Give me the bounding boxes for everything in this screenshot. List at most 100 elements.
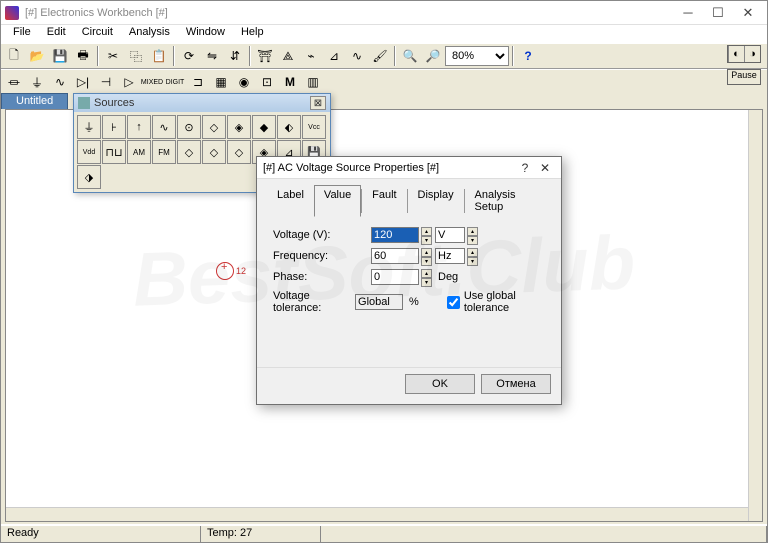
- misc-icon[interactable]: ⊡: [256, 71, 278, 93]
- window-title: [#] Electronics Workbench [#]: [25, 7, 673, 19]
- pause-button[interactable]: Pause: [727, 69, 761, 85]
- poly1-icon[interactable]: ◇: [177, 140, 201, 164]
- ground-source-icon[interactable]: ⏚: [77, 115, 101, 139]
- graph3-icon[interactable]: ⌁: [300, 45, 322, 67]
- vccs-icon[interactable]: ◇: [202, 115, 226, 139]
- vcvs-icon[interactable]: ◈: [227, 115, 251, 139]
- fm-source-icon[interactable]: FM: [152, 140, 176, 164]
- graph4-icon[interactable]: ⊿: [323, 45, 345, 67]
- resistor-icon[interactable]: ∿: [49, 71, 71, 93]
- clock-icon[interactable]: ⊓⊔: [102, 140, 126, 164]
- tolerance-input[interactable]: [355, 294, 403, 310]
- voltage-unit-spinner[interactable]: ▴▾: [467, 227, 478, 243]
- properties-icon[interactable]: 🖌: [369, 45, 391, 67]
- am-source-icon[interactable]: AM: [127, 140, 151, 164]
- flip-h-icon[interactable]: ⇋: [201, 45, 223, 67]
- zoom-out-icon[interactable]: 🔎: [422, 45, 444, 67]
- menu-analysis[interactable]: Analysis: [121, 25, 178, 43]
- frequency-spinner[interactable]: ▴▾: [421, 248, 432, 264]
- vcc-icon[interactable]: Vcc: [302, 115, 326, 139]
- vdd-icon[interactable]: Vdd: [77, 140, 101, 164]
- menu-window[interactable]: Window: [178, 25, 233, 43]
- poly2-icon[interactable]: ◇: [202, 140, 226, 164]
- tab-display[interactable]: Display: [408, 185, 464, 217]
- sources-icon[interactable]: ⏛: [3, 71, 25, 93]
- ground-icon[interactable]: ⏚: [26, 71, 48, 93]
- palette-close-icon[interactable]: ⊠: [310, 96, 326, 110]
- instrument-m-icon[interactable]: M: [279, 71, 301, 93]
- voltage-input[interactable]: [371, 227, 419, 243]
- tab-fault[interactable]: Fault: [362, 185, 406, 217]
- dialog-titlebar[interactable]: [#] AC Voltage Source Properties [#] ? ✕: [257, 157, 561, 179]
- opamp-icon[interactable]: ▷: [118, 71, 140, 93]
- document-tab[interactable]: Untitled: [1, 93, 68, 109]
- vertical-scrollbar[interactable]: [748, 110, 762, 521]
- zoom-select[interactable]: 80%: [445, 46, 509, 66]
- tab-value[interactable]: Value: [314, 185, 361, 217]
- phase-spinner[interactable]: ▴▾: [421, 269, 432, 285]
- graph5-icon[interactable]: ∿: [346, 45, 368, 67]
- menu-bar: File Edit Circuit Analysis Window Help: [1, 25, 767, 43]
- phase-label: Phase:: [273, 271, 371, 283]
- cccs-icon[interactable]: ◆: [252, 115, 276, 139]
- indicator-icon[interactable]: ◉: [233, 71, 255, 93]
- maximize-button[interactable]: ☐: [703, 3, 733, 23]
- open-icon[interactable]: 📂: [26, 45, 48, 67]
- new-icon[interactable]: 🗋: [3, 45, 25, 67]
- cancel-button[interactable]: Отмена: [481, 374, 551, 394]
- tolerance-label: Voltage tolerance:: [273, 290, 355, 314]
- help-icon[interactable]: ?: [517, 45, 539, 67]
- diode-icon[interactable]: ▷|: [72, 71, 94, 93]
- ac-voltage-icon[interactable]: ∿: [152, 115, 176, 139]
- zoom-in-icon[interactable]: 🔍: [399, 45, 421, 67]
- dc-current-icon[interactable]: ↑: [127, 115, 151, 139]
- copy-icon[interactable]: ⿻: [125, 45, 147, 67]
- ccvs-icon[interactable]: ⬖: [277, 115, 301, 139]
- ac-voltage-source-component[interactable]: [216, 262, 234, 280]
- voltage-unit[interactable]: V: [435, 227, 465, 243]
- instrument-o-icon[interactable]: ▥: [302, 71, 324, 93]
- paste-icon[interactable]: 📋: [148, 45, 170, 67]
- logic-icon[interactable]: ⊐: [187, 71, 209, 93]
- palette-titlebar[interactable]: Sources ⊠: [74, 94, 330, 112]
- print-icon[interactable]: 🖶: [72, 45, 94, 67]
- nonlinear-icon[interactable]: ⬗: [77, 165, 101, 189]
- phase-input[interactable]: [371, 269, 419, 285]
- status-temp: Temp: 27: [201, 526, 321, 542]
- dialog-close-icon[interactable]: ✕: [535, 161, 555, 175]
- graph2-icon[interactable]: ⟁: [277, 45, 299, 67]
- digital-icon[interactable]: DIGIT: [164, 71, 186, 93]
- battery-icon[interactable]: ⊦: [102, 115, 126, 139]
- voltage-spinner[interactable]: ▴▾: [421, 227, 432, 243]
- menu-file[interactable]: File: [5, 25, 39, 43]
- transistor-icon[interactable]: ⊣: [95, 71, 117, 93]
- tab-analysis-setup[interactable]: Analysis Setup: [465, 185, 551, 217]
- menu-edit[interactable]: Edit: [39, 25, 74, 43]
- graph1-icon[interactable]: ⛩: [254, 45, 276, 67]
- minimize-button[interactable]: ─: [673, 3, 703, 23]
- close-button[interactable]: ✕: [733, 3, 763, 23]
- frequency-unit-spinner[interactable]: ▴▾: [467, 248, 478, 264]
- status-empty: [321, 526, 767, 542]
- frequency-unit[interactable]: Hz: [435, 248, 465, 264]
- frequency-input[interactable]: [371, 248, 419, 264]
- ac-current-icon[interactable]: ⊙: [177, 115, 201, 139]
- use-global-checkbox[interactable]: [447, 296, 460, 309]
- horizontal-scrollbar[interactable]: [6, 507, 748, 521]
- cut-icon[interactable]: ✂: [102, 45, 124, 67]
- voltage-label: Voltage (V):: [273, 229, 371, 241]
- menu-circuit[interactable]: Circuit: [74, 25, 121, 43]
- tab-label[interactable]: Label: [267, 185, 314, 217]
- dialog-help-icon[interactable]: ?: [515, 161, 535, 175]
- activate-buttons[interactable]: ◐◑: [727, 45, 761, 63]
- mixed-icon[interactable]: MIXED: [141, 71, 163, 93]
- ic-icon[interactable]: ▦: [210, 71, 232, 93]
- save-icon[interactable]: 💾: [49, 45, 71, 67]
- component-toolbar: ⏛ ⏚ ∿ ▷| ⊣ ▷ MIXED DIGIT ⊐ ▦ ◉ ⊡ M ▥: [1, 69, 767, 95]
- flip-v-icon[interactable]: ⇵: [224, 45, 246, 67]
- menu-help[interactable]: Help: [233, 25, 272, 43]
- poly3-icon[interactable]: ◇: [227, 140, 251, 164]
- use-global-label: Use global tolerance: [464, 290, 545, 314]
- ok-button[interactable]: OK: [405, 374, 475, 394]
- rotate-icon[interactable]: ⟳: [178, 45, 200, 67]
